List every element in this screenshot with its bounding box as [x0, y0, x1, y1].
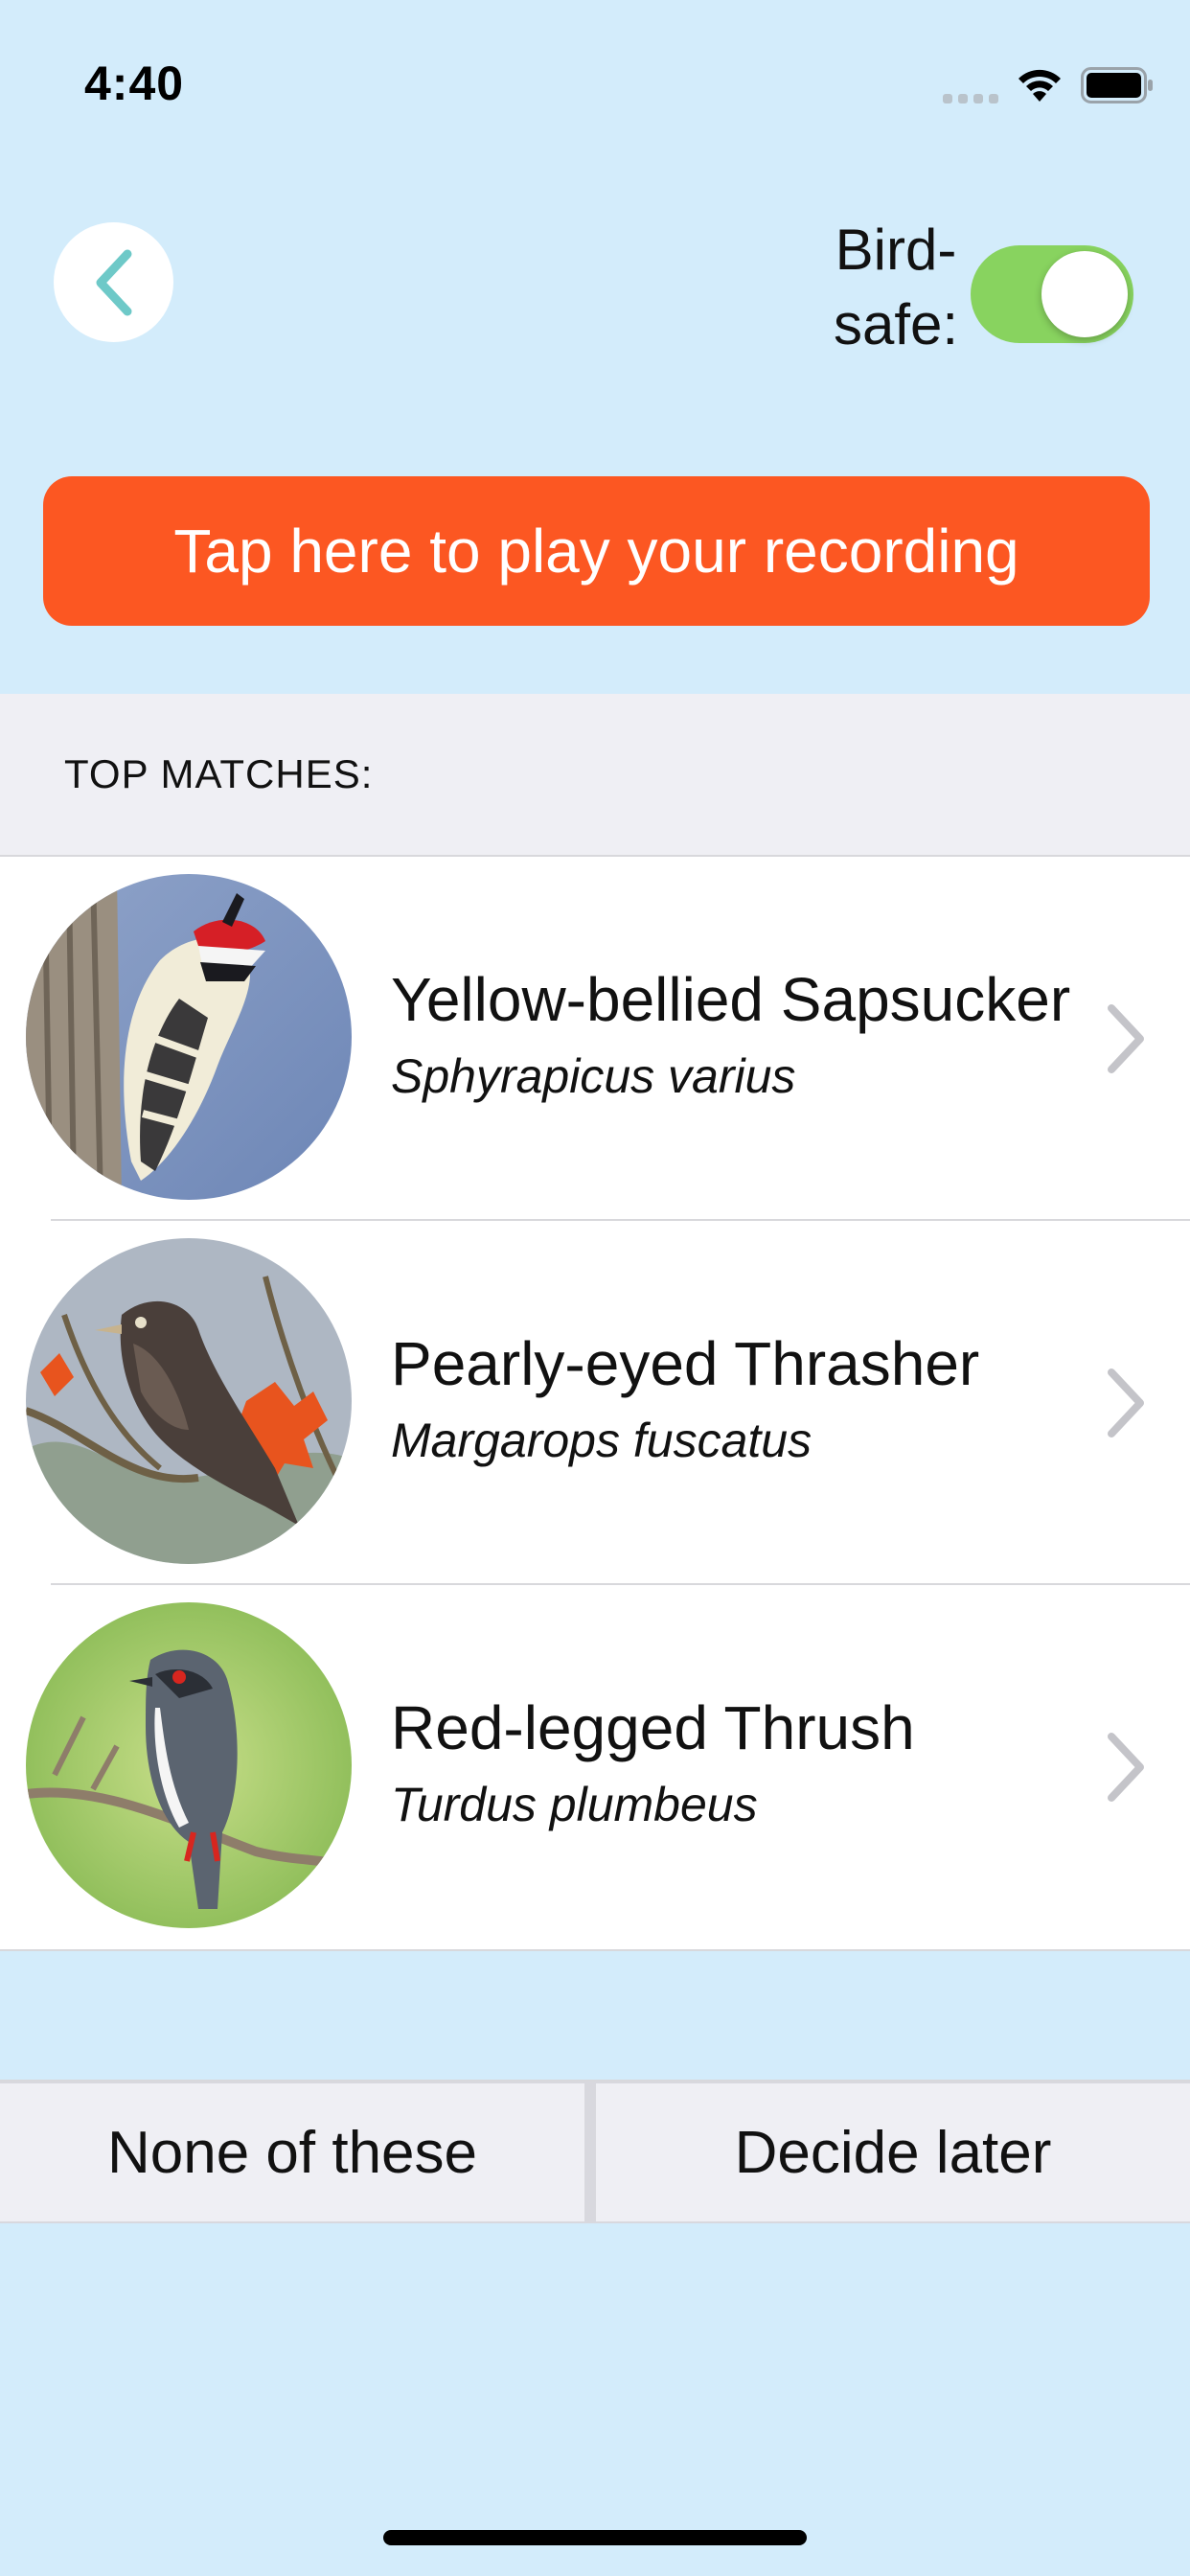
home-indicator [383, 2530, 807, 2545]
match-row-sapsucker[interactable]: Yellow-bellied Sapsucker Sphyrapicus var… [0, 857, 1190, 1221]
sapsucker-photo [26, 874, 352, 1200]
battery-icon [1081, 67, 1153, 104]
match-scientific-name: Margarops fuscatus [391, 1414, 812, 1467]
wifi-icon [1018, 69, 1061, 102]
birdsafe-toggle[interactable] [971, 245, 1133, 343]
birdsafe-label: Bird- safe: [814, 213, 977, 362]
match-row-thrush[interactable]: Red-legged Thrush Turdus plumbeus [0, 1585, 1190, 1949]
match-common-name: Yellow-bellied Sapsucker [391, 965, 1071, 1034]
chevron-left-icon [96, 249, 131, 315]
chevron-right-icon [1108, 1733, 1144, 1802]
thrush-photo [26, 1602, 352, 1928]
match-common-name: Red-legged Thrush [391, 1693, 915, 1762]
none-of-these-button[interactable]: None of these [0, 2083, 584, 2221]
section-header: TOP MATCHES: [64, 751, 374, 796]
chevron-right-icon [1108, 1004, 1144, 1073]
match-common-name: Pearly-eyed Thrasher [391, 1329, 980, 1398]
back-button[interactable] [54, 222, 173, 342]
toggle-knob [1041, 251, 1128, 337]
chevron-right-icon [1108, 1368, 1144, 1438]
match-scientific-name: Sphyrapicus varius [391, 1049, 796, 1103]
birdsafe-label-line1: Bird- [835, 218, 957, 282]
match-list: Yellow-bellied Sapsucker Sphyrapicus var… [0, 855, 1190, 1951]
matches-section: TOP MATCHES: Yellow-bellied Sapsucker Sp… [0, 694, 1190, 1951]
match-scientific-name: Turdus plumbeus [391, 1778, 758, 1831]
cellular-signal-icon [943, 94, 998, 104]
match-row-thrasher[interactable]: Pearly-eyed Thrasher Margarops fuscatus [0, 1221, 1190, 1585]
status-bar: 4:40 [0, 0, 1190, 144]
thrasher-photo [26, 1238, 352, 1564]
decide-later-button[interactable]: Decide later [596, 2083, 1190, 2221]
play-recording-button[interactable]: Tap here to play your recording [43, 476, 1150, 626]
status-time: 4:40 [84, 57, 185, 110]
bottom-action-bar: None of these Decide later [0, 2080, 1190, 2223]
birdsafe-label-line2: safe: [833, 292, 959, 356]
